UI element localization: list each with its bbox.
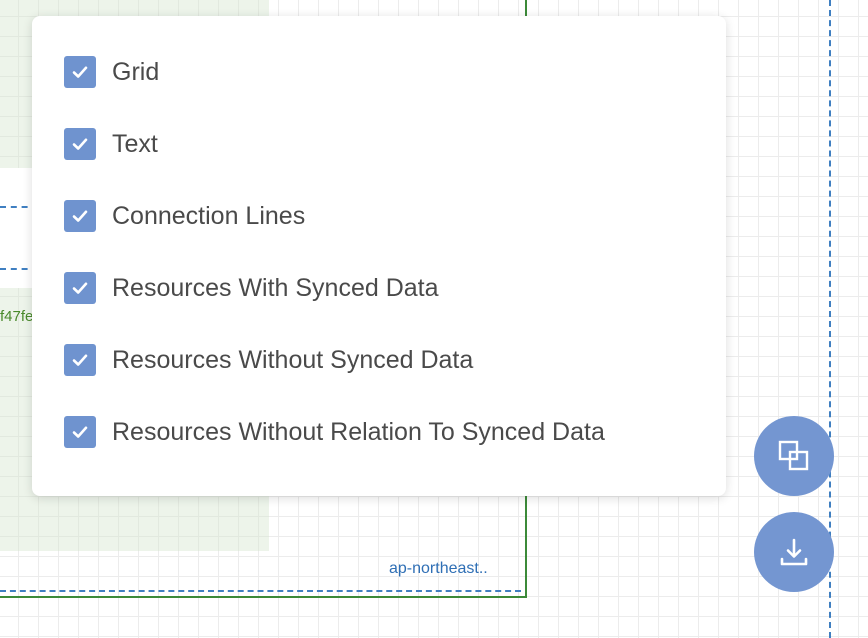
layers-button[interactable]: [754, 416, 834, 496]
group-border-bottom: [0, 596, 527, 598]
download-button[interactable]: [754, 512, 834, 592]
menu-item-resources-without-synced-data[interactable]: Resources Without Synced Data: [64, 342, 473, 378]
region-label: ap-northeast..: [389, 560, 488, 577]
menu-item-resources-with-synced-data[interactable]: Resources With Synced Data: [64, 270, 439, 306]
menu-item-connection-lines[interactable]: Connection Lines: [64, 198, 305, 234]
display-options-menu: Grid Text Connection Lines Resources Wit…: [32, 16, 726, 496]
menu-item-label: Resources Without Synced Data: [112, 345, 474, 374]
layers-icon: [778, 440, 809, 471]
check-icon: [72, 426, 88, 438]
menu-item-grid[interactable]: Grid: [64, 54, 159, 90]
menu-item-label: Text: [112, 129, 158, 158]
check-icon: [72, 210, 88, 222]
resources-without-synced-data-checkbox[interactable]: [64, 344, 96, 376]
connection-lines-checkbox[interactable]: [64, 200, 96, 232]
resources-without-relation-checkbox[interactable]: [64, 416, 96, 448]
menu-item-label: Resources Without Relation To Synced Dat…: [112, 417, 605, 446]
grid-checkbox[interactable]: [64, 56, 96, 88]
region-border-bottom: [0, 590, 521, 592]
menu-item-label: Resources With Synced Data: [112, 273, 439, 302]
check-icon: [72, 138, 88, 150]
check-icon: [72, 66, 88, 78]
download-icon: [780, 538, 808, 566]
menu-item-resources-without-relation[interactable]: Resources Without Relation To Synced Dat…: [64, 414, 605, 450]
menu-item-label: Grid: [112, 57, 160, 86]
menu-item-label: Connection Lines: [112, 201, 306, 230]
resources-with-synced-data-checkbox[interactable]: [64, 272, 96, 304]
menu-item-text[interactable]: Text: [64, 126, 158, 162]
resource-id-label: f47fe: [0, 308, 34, 325]
check-icon: [72, 282, 88, 294]
text-checkbox[interactable]: [64, 128, 96, 160]
check-icon: [72, 354, 88, 366]
